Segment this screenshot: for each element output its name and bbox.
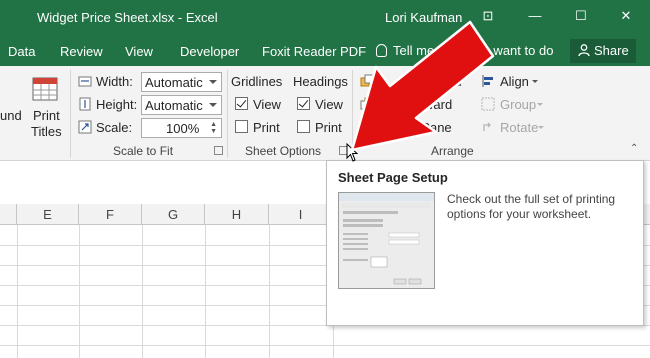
width-label: Width: [96, 74, 133, 89]
tooltip-description: Check out the full set of printing optio… [447, 192, 616, 221]
person-icon [578, 44, 590, 57]
rotate-label: Rotate [500, 120, 539, 135]
tab-developer[interactable]: Developer [180, 44, 239, 59]
width-dropdown[interactable]: Automatic [141, 72, 222, 92]
chevron-down-icon [538, 126, 544, 129]
scale-to-fit-launcher-icon[interactable] [214, 146, 223, 155]
tell-me-text: Tell me what you want to do [393, 43, 554, 58]
page-setup-dialog-thumbnail [338, 192, 435, 289]
spinner-arrows-icon: ▲ ▼ [210, 121, 217, 135]
chevron-down-icon [537, 103, 543, 106]
group-label: Group [500, 97, 537, 112]
chevron-down-icon [209, 80, 217, 84]
column-header-f[interactable]: F [79, 204, 142, 225]
divider [70, 70, 71, 158]
gridlines-view-label: View [253, 97, 281, 112]
chevron-down-icon [209, 103, 217, 107]
title-bar: Widget Price Sheet.xlsx - Excel Lori Kau… [0, 0, 650, 36]
ribbon-display-options-icon[interactable]: ⊡ [478, 8, 498, 26]
align-label: Align [500, 74, 529, 89]
headings-print-label: Print [315, 120, 342, 135]
tab-data[interactable]: Data [8, 44, 35, 59]
height-label: Height: [96, 97, 138, 112]
share-button[interactable]: Share [570, 39, 636, 63]
scale-to-fit-group-label: Scale to Fit [113, 144, 174, 158]
tab-view[interactable]: View [125, 44, 153, 59]
scale-icon [78, 120, 92, 134]
print-titles-icon [32, 77, 58, 101]
scale-value: 100% [166, 121, 200, 136]
headings-header: Headings [293, 74, 348, 89]
scale-label: Scale: [96, 120, 133, 135]
send-backward-label-fragment[interactable]: ward [424, 97, 452, 112]
gridlines-view-checkbox[interactable] [235, 97, 248, 110]
ribbon-tabs: Data Review View Developer Foxit Reader … [0, 36, 650, 66]
maximize-button[interactable]: ☐ [571, 8, 591, 26]
column-header-e[interactable]: E [17, 204, 79, 225]
column-header-g[interactable]: G [142, 204, 205, 225]
column-header-i[interactable]: I [269, 204, 333, 225]
tab-review[interactable]: Review [60, 44, 103, 59]
gridlines-print-checkbox[interactable] [235, 120, 248, 133]
tab-foxit-reader-pdf[interactable]: Foxit Reader PDF [262, 44, 366, 59]
tooltip-title: Sheet Page Setup [338, 170, 448, 185]
divider [227, 70, 228, 158]
bring-forward-label-fragment[interactable]: rd [450, 74, 462, 89]
sheet-options-group-label: Sheet Options [245, 144, 322, 158]
window-title: Widget Price Sheet.xlsx - Excel [37, 10, 218, 25]
mouse-cursor-icon [346, 143, 359, 162]
scale-spinner[interactable]: 100% ▲ ▼ [141, 118, 222, 138]
print-titles-label-2: Titles [31, 124, 62, 139]
tell-me-search[interactable]: Tell me what you want to do [376, 43, 553, 58]
gridlines-header: Gridlines [231, 74, 283, 89]
rotate-icon [483, 122, 491, 131]
close-button[interactable]: ✕ [616, 8, 636, 26]
collapse-ribbon-icon[interactable]: ⌃ [630, 143, 638, 154]
ribbon-page-layout: und Print Titles Width: Automatic Height… [0, 66, 650, 161]
width-value: Automatic [145, 75, 203, 90]
selection-pane-label-fragment[interactable]: ection Pane [383, 120, 452, 135]
headings-view-checkbox[interactable] [297, 97, 310, 110]
sheet-page-setup-tooltip: Sheet Page Setup Check out the full set … [326, 160, 644, 326]
group-icon [481, 97, 495, 111]
print-titles-label-1: Print [33, 108, 60, 123]
selection-pane-icon [360, 120, 374, 134]
column-header-h[interactable]: H [205, 204, 269, 225]
share-label: Share [594, 43, 629, 58]
margins-label-fragment[interactable]: und [0, 108, 22, 123]
width-icon [78, 76, 92, 87]
headings-print-checkbox[interactable] [297, 120, 310, 133]
height-dropdown[interactable]: Automatic [141, 95, 222, 115]
user-name[interactable]: Lori Kaufman [385, 10, 462, 25]
bring-forward-icon [360, 74, 374, 87]
column-header-fragment[interactable] [0, 204, 17, 225]
headings-view-label: View [315, 97, 343, 112]
chevron-down-icon [532, 80, 538, 83]
minimize-button[interactable]: — [525, 8, 545, 26]
height-value: Automatic [145, 98, 203, 113]
gridlines-print-label: Print [253, 120, 280, 135]
send-backward-icon [360, 97, 374, 110]
height-icon [79, 97, 91, 111]
lightbulb-icon [376, 44, 387, 57]
align-icon [482, 75, 493, 87]
arrange-group-label: Arrange [431, 144, 474, 158]
